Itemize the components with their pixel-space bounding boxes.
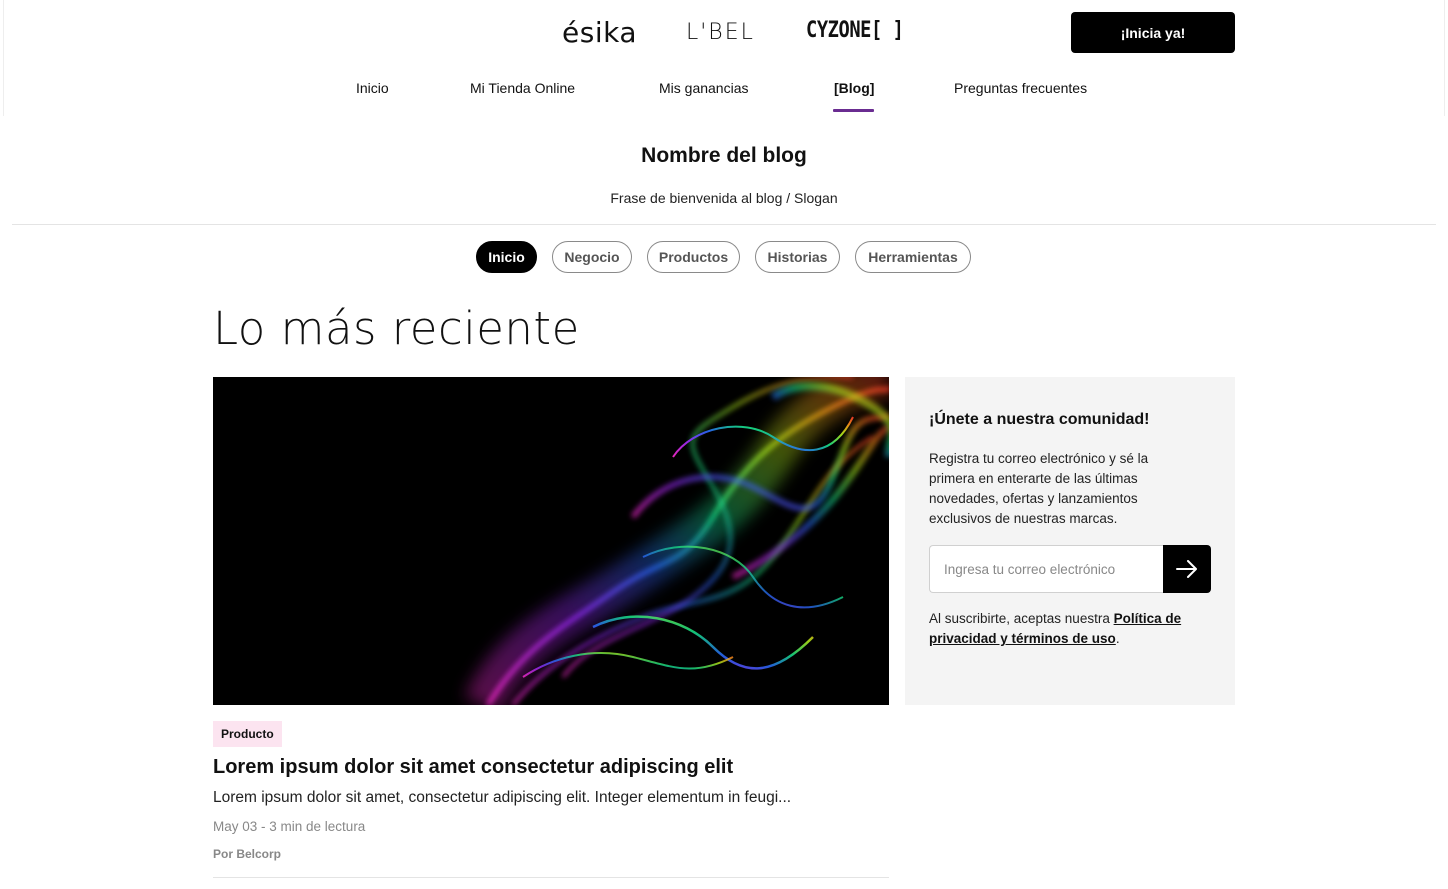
blog-slogan: Frase de bienvenida al blog / Slogan [610,190,838,206]
legal-prefix: Al suscribirte, aceptas nuestra [929,611,1114,626]
category-pill-historias[interactable]: Historias [755,241,840,273]
community-description: Registra tu correo electrónico y sé la p… [929,451,1149,526]
category-filter: Inicio Negocio Productos Historias Herra… [0,241,1448,273]
nav-item-preguntas-frecuentes[interactable]: Preguntas frecuentes [954,80,1087,96]
main-nav: Inicio Mi Tienda Online Mis ganancias [B… [0,78,1448,114]
start-now-button[interactable]: ¡Inicia ya! [1071,12,1235,53]
brand-logo-lbel[interactable]: L'BEL [686,20,755,45]
post-divider [213,877,889,878]
subscribe-button[interactable] [1163,545,1211,593]
header-divider [12,224,1436,225]
nav-item-inicio[interactable]: Inicio [356,80,389,96]
legal-suffix: . [1115,631,1120,646]
category-pill-productos[interactable]: Productos [647,241,740,273]
community-signup-card: ¡Únete a nuestra comunidad! Registra tu … [905,377,1235,705]
blog-title: Nombre del blog [641,144,807,167]
post-author: Por Belcorp [213,847,282,861]
email-field[interactable] [929,545,1163,593]
post-title[interactable]: Lorem ipsum dolor sit amet consectetur a… [213,756,733,779]
nav-item-mis-ganancias[interactable]: Mis ganancias [659,80,749,96]
nav-item-mi-tienda-online[interactable]: Mi Tienda Online [470,80,575,96]
category-pill-herramientas[interactable]: Herramientas [855,241,971,273]
community-title: ¡Únete a nuestra comunidad! [929,411,1150,428]
brand-logo-esika[interactable]: ésika [562,16,637,49]
arrow-right-icon [1176,560,1197,578]
brand-logo-cyzone[interactable]: CYZONE[ ] [806,18,904,43]
featured-post-image[interactable] [213,377,889,705]
section-title: Lo más reciente [213,302,580,355]
post-meta: May 03 - 3 min de lectura [213,819,366,834]
nav-item-blog[interactable]: [Blog] [834,80,874,96]
category-pill-negocio[interactable]: Negocio [552,241,632,273]
category-pill-inicio[interactable]: Inicio [476,241,537,273]
smoke-illustration [464,377,889,705]
post-category-tag: Producto [213,721,282,747]
community-legal-text: Al suscribirte, aceptas nuestra Política… [929,609,1219,649]
post-excerpt: Lorem ipsum dolor sit amet, consectetur … [213,789,792,806]
nav-active-indicator [833,109,874,112]
